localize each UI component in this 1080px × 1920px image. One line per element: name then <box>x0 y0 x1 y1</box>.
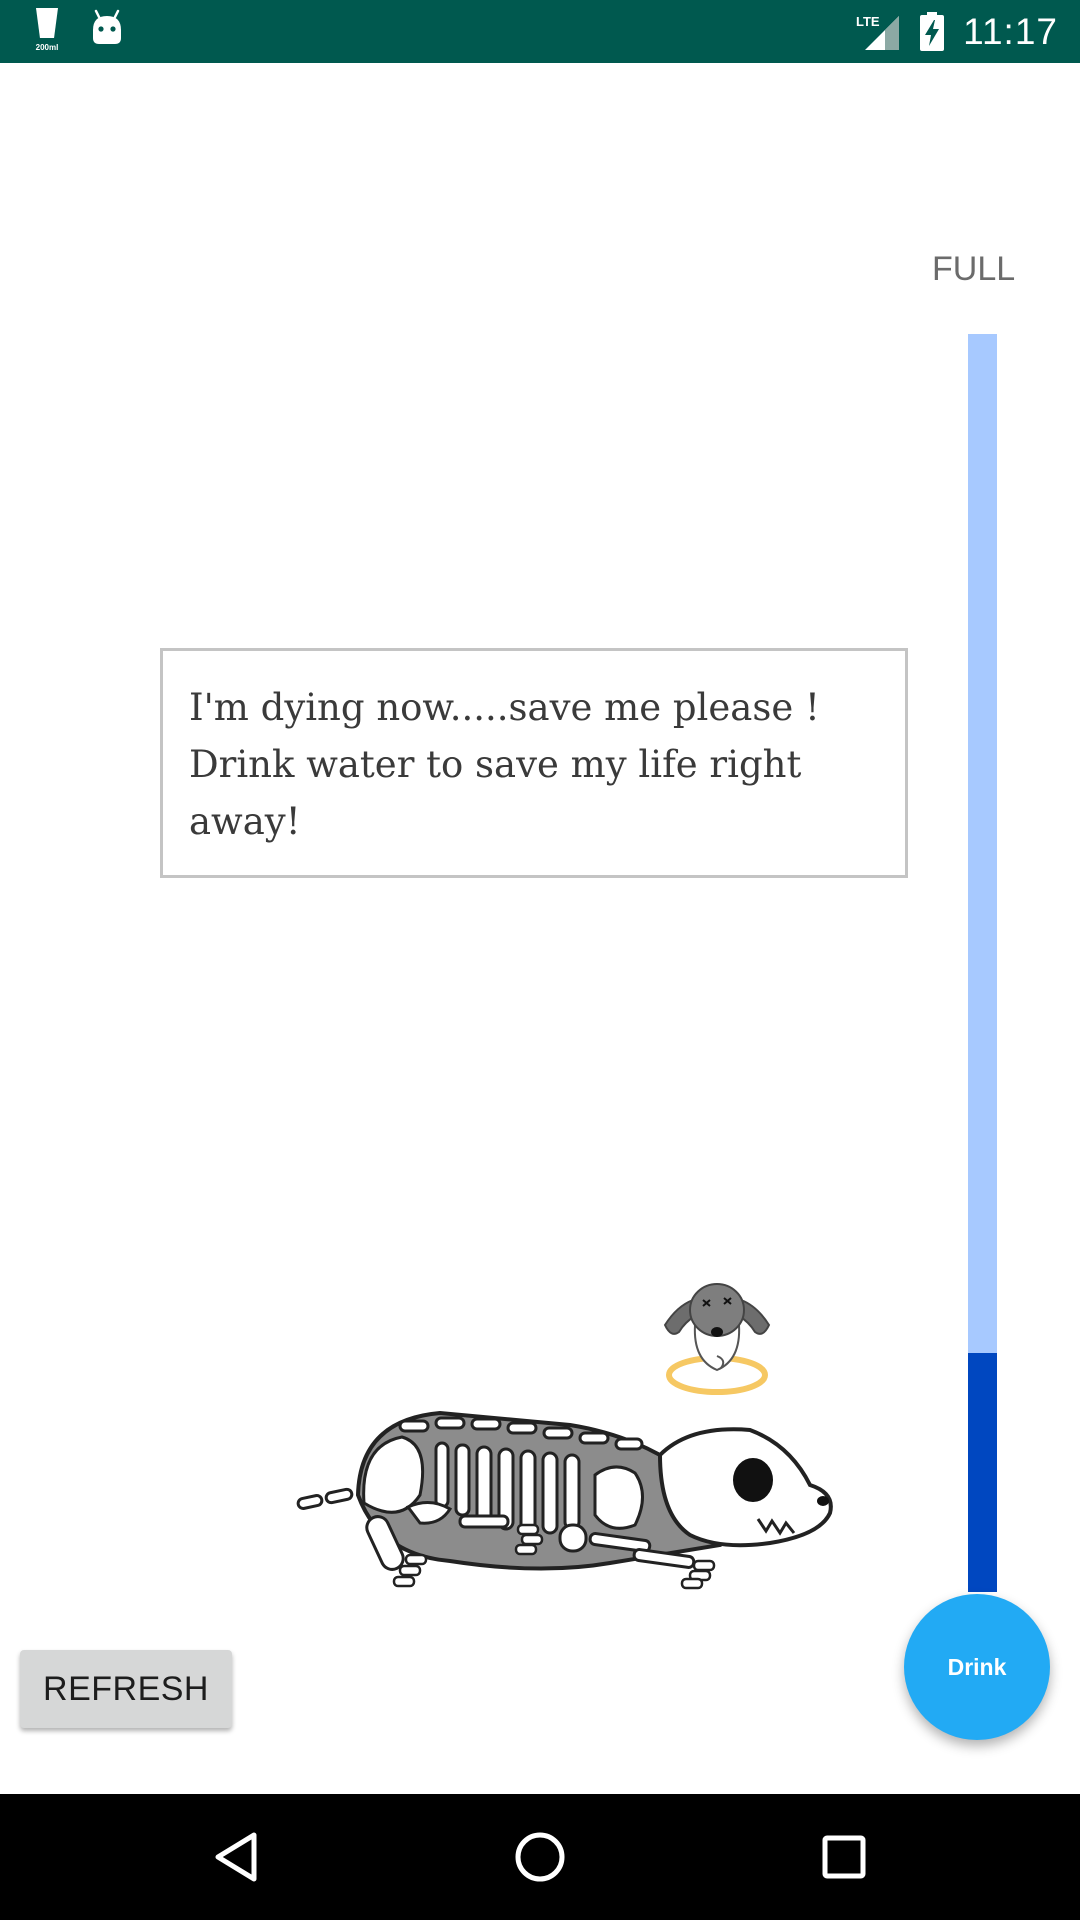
navigation-bar <box>0 1794 1080 1920</box>
signal-icon: LTE <box>856 14 900 50</box>
back-button[interactable] <box>156 1794 316 1920</box>
refresh-button[interactable]: REFRESH <box>20 1650 232 1728</box>
ghost-dog-icon <box>663 1283 771 1395</box>
recents-button[interactable] <box>764 1794 924 1920</box>
status-bar: 200ml LTE 11:17 <box>0 0 1080 63</box>
network-label: LTE <box>856 14 880 29</box>
drink-button[interactable]: Drink <box>904 1594 1050 1740</box>
skeleton-dog-icon <box>296 1410 833 1590</box>
cup-icon: 200ml <box>32 8 62 54</box>
system-icons: LTE 11:17 <box>855 0 1058 63</box>
back-icon <box>215 1832 257 1882</box>
cup-label: 200ml <box>35 43 59 52</box>
app-screen: 200ml LTE 11:17 FULL I'm dying now.....s… <box>0 0 1080 1920</box>
notification-icons: 200ml <box>32 8 124 54</box>
water-level-meter <box>968 334 997 1592</box>
meter-full-label: FULL <box>932 250 1016 288</box>
battery-charging-icon <box>920 11 945 51</box>
android-icon <box>93 9 121 44</box>
message-text: I'm dying now.....save me please ! Drink… <box>189 686 820 843</box>
status-time: 11:17 <box>963 10 1058 52</box>
recents-icon <box>822 1835 866 1879</box>
message-box: I'm dying now.....save me please ! Drink… <box>160 648 908 878</box>
water-level-fill <box>968 1352 997 1592</box>
home-button[interactable] <box>460 1794 620 1920</box>
home-icon <box>515 1832 565 1882</box>
